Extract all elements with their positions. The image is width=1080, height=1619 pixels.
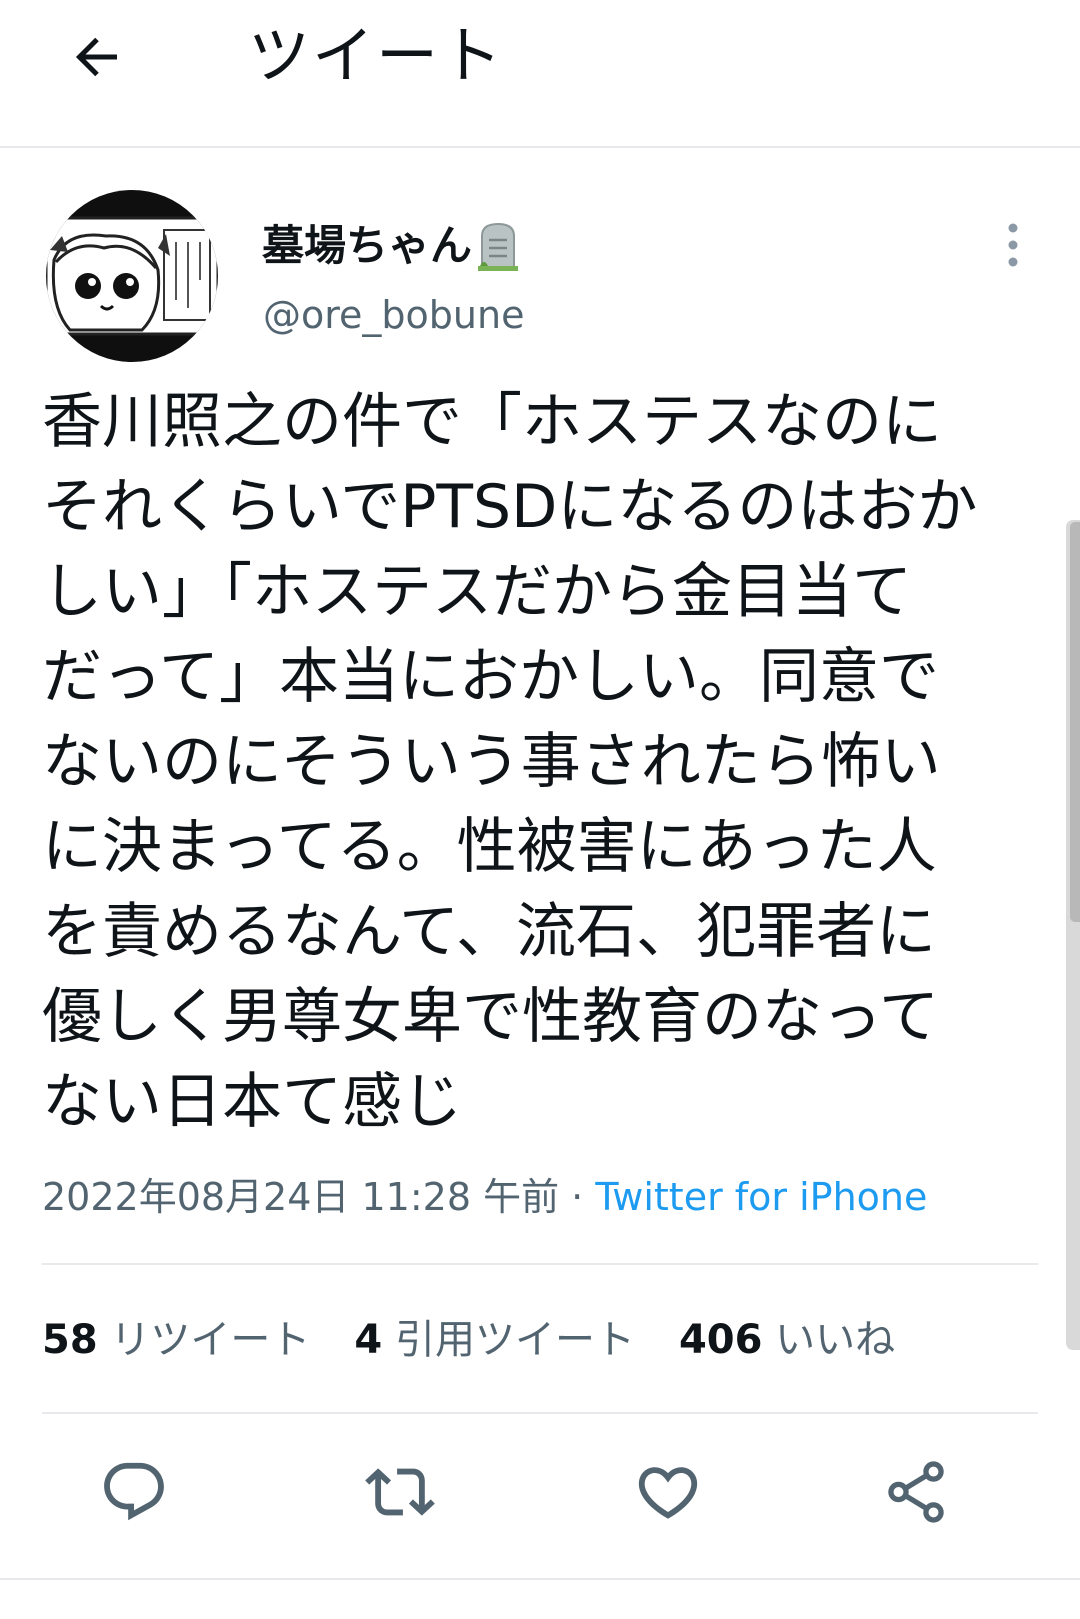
avatar-image (46, 216, 218, 336)
tweet-text: 香川照之の件で「ホステスなのに それくらいでPTSDになるのはおか しい」「ホス… (42, 387, 978, 1137)
actions-divider (0, 1578, 1080, 1580)
arrow-left-icon (75, 37, 117, 77)
tweet-client-link[interactable]: Twitter for iPhone (595, 1175, 927, 1219)
quotes-stat[interactable]: 4 引用ツイート (354, 1317, 635, 1363)
more-options-button[interactable] (1000, 220, 1026, 270)
likes-label: いいね (775, 1317, 896, 1363)
retweet-button[interactable] (358, 1450, 442, 1534)
retweets-stat[interactable]: 58 リツイート (42, 1317, 310, 1363)
headstone-icon (478, 222, 519, 271)
retweets-count: 58 (42, 1317, 98, 1363)
tweet-timestamp[interactable]: 2022年08月24日 11:28 午前 (42, 1175, 559, 1219)
share-icon (888, 1461, 944, 1523)
scrollbar-thumb[interactable] (1070, 522, 1080, 922)
author-name[interactable]: 墓場ちゃん (262, 218, 472, 274)
like-button[interactable] (626, 1450, 710, 1534)
author-handle[interactable]: @ore_bobune (263, 290, 524, 340)
retweet-icon (365, 1468, 435, 1516)
stats-divider (42, 1412, 1038, 1414)
avatar[interactable] (46, 190, 218, 362)
meta-separator: · (559, 1175, 596, 1219)
author-name-row[interactable]: 墓場ちゃん (262, 218, 520, 274)
quotes-label: 引用ツイート (394, 1317, 635, 1363)
header-divider (0, 146, 1080, 148)
more-vertical-icon (1008, 223, 1018, 267)
tweet-actions (0, 1450, 1080, 1560)
tweet-metadata: 2022年08月24日 11:28 午前 · Twitter for iPhon… (42, 1170, 927, 1224)
like-icon (638, 1467, 698, 1519)
likes-stat[interactable]: 406 いいね (679, 1317, 895, 1363)
back-button[interactable] (62, 22, 132, 92)
reply-icon (104, 1462, 164, 1521)
retweets-label: リツイート (110, 1317, 311, 1363)
meta-divider (42, 1263, 1038, 1265)
reply-button[interactable] (92, 1450, 176, 1534)
quotes-count: 4 (354, 1317, 383, 1363)
page-title: ツイート (248, 19, 505, 92)
likes-count: 406 (678, 1317, 763, 1363)
top-bar: ツイート (0, 0, 1080, 147)
tweet-stats: 58 リツイート 4 引用ツイート 406 いいね (42, 1312, 939, 1368)
share-button[interactable] (874, 1450, 958, 1534)
